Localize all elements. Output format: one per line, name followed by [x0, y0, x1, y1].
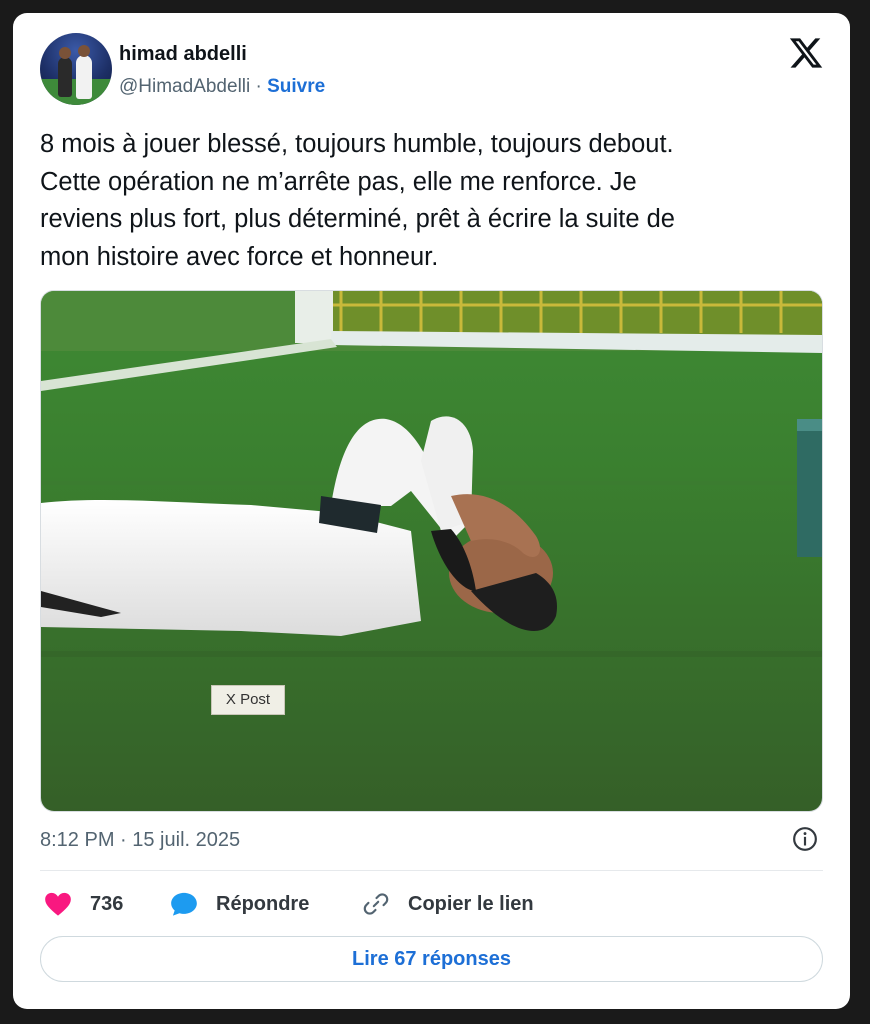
- reply-label: Répondre: [216, 892, 310, 915]
- divider: [40, 870, 823, 871]
- player-on-pitch-image: [41, 291, 822, 811]
- heart-icon: [45, 892, 71, 916]
- tweet-card: himad abdelli @HimadAbdelli · Suivre 8 m…: [13, 13, 850, 1009]
- tweet-actions: 736 Répondre Copier le lien: [40, 887, 823, 921]
- tweet-text: 8 mois à jouer blessé, toujours humble, …: [40, 126, 820, 276]
- copy-link-button[interactable]: Copier le lien: [362, 887, 534, 921]
- speech-bubble-icon: [171, 892, 197, 916]
- tweet-line: 8 mois à jouer blessé, toujours humble, …: [40, 130, 674, 158]
- x-logo-icon[interactable]: [788, 35, 824, 71]
- like-button[interactable]: 736: [44, 887, 123, 921]
- author-name[interactable]: himad abdelli: [119, 43, 247, 66]
- tweet-media-photo[interactable]: X Post: [40, 290, 823, 812]
- tweet-line: reviens plus fort, plus déterminé, prêt …: [40, 205, 675, 233]
- timestamp[interactable]: 8:12 PM · 15 juil. 2025: [40, 829, 240, 852]
- separator: ·: [255, 76, 262, 97]
- info-icon[interactable]: [792, 826, 818, 852]
- avatar[interactable]: [40, 33, 112, 105]
- reply-button[interactable]: Répondre: [170, 887, 309, 921]
- author-handle-row: @HimadAbdelli · Suivre: [119, 76, 325, 98]
- author-handle[interactable]: @HimadAbdelli: [119, 76, 250, 97]
- read-replies-button[interactable]: Lire 67 réponses: [40, 936, 823, 982]
- link-icon: [363, 893, 389, 915]
- like-count: 736: [90, 892, 124, 915]
- tweet-line: mon histoire avec force et honneur.: [40, 242, 439, 271]
- follow-button[interactable]: Suivre: [267, 76, 325, 97]
- tweet-line: Cette opération ne m’arrête pas, elle me…: [40, 167, 637, 196]
- copy-link-label: Copier le lien: [408, 892, 534, 915]
- x-post-tag: X Post: [211, 685, 285, 715]
